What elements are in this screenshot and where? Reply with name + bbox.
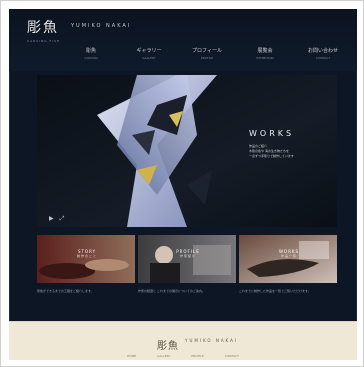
nav-item-exhibition[interactable]: 展覧会 EXHIBITION [239,47,291,65]
site-footer: 彫魚 YUMIKO NAKAI HOME GALLERY PROFILE CON… [9,321,357,360]
footer-links: HOME GALLERY PROFILE CONTACT [127,354,239,358]
nav-sublabel: EXHIBITION [256,56,274,60]
nav-label: お問い合わせ [307,48,338,54]
card-subtitle: 制作のこと [76,254,97,258]
hero-line: 一点ずつ手彫りで制作しています [249,154,294,158]
card-image: PROFILE 作家紹介 [138,235,236,283]
feature-cards: STORY 制作のこと 彫魚ができるまでの工程をご紹介します。 PROFILE … [37,235,337,317]
hero-description: 作品のご紹介 木彫の魚や 海の生き物たちを 一点ずつ手彫りで制作しています [249,144,329,159]
logo-kanji: 彫魚 [27,20,59,36]
nav-sublabel: CONTACT [315,56,331,60]
nav-label: ギャラリー [136,48,162,54]
card-profile[interactable]: PROFILE 作家紹介 作家の経歴と これまでの展示についてのご案内。 [138,235,236,317]
footer-logo-roman: YUMIKO NAKAI [185,338,239,343]
card-subtitle: 作品一覧 [280,254,297,258]
card-subtitle: 作家紹介 [179,254,196,258]
nav-item-carving[interactable]: 彫魚 CARVING [65,47,117,65]
logo-subtitle: CARVING FISH [27,39,61,43]
play-icon[interactable]: ▶ [49,215,54,223]
footer-link-home[interactable]: HOME [127,354,136,358]
nav-item-gallery[interactable]: ギャラリー GALLERY [123,47,175,65]
nav-label: 展覧会 [257,48,273,54]
hero-title: WORKS [249,129,295,138]
card-image: STORY 制作のこと [37,235,135,283]
website: 彫魚 YUMIKO NAKAI CARVING FISH 彫魚 CARVING … [9,9,357,360]
card-caption: 作家の経歴と これまでの展示についてのご案内。 [138,289,205,293]
fullscreen-icon[interactable]: ⤢ [60,215,65,223]
card-works[interactable]: WORKS 作品一覧 これまでに制作した作品を一覧でご覧いただけます。 [239,235,337,317]
card-photo [138,235,236,283]
card-photo [239,235,337,283]
nav-label: 彫魚 [85,48,96,54]
nav-item-contact[interactable]: お問い合わせ CONTACT [297,47,349,65]
card-label: PROFILE 作家紹介 [170,249,206,259]
nav-label: プロフィール [192,48,222,54]
footer-link-profile[interactable]: PROFILE [191,354,203,358]
card-label: STORY 制作のこと [69,249,105,259]
card-caption: これまでに制作した作品を一覧でご覧いただけます。 [239,289,311,293]
footer-link-gallery[interactable]: GALLERY [157,354,170,358]
footer-link-contact[interactable]: CONTACT [225,354,239,358]
screenshot-frame: 彫魚 YUMIKO NAKAI CARVING FISH 彫魚 CARVING … [0,0,364,367]
hero-text: WORKS 作品のご紹介 木彫の魚や 海の生き物たちを 一点ずつ手彫りで制作して… [249,129,329,159]
main-nav: 彫魚 CARVING ギャラリー GALLERY プロフィール PROFILE … [65,47,357,65]
logo-roman: YUMIKO NAKAI [71,23,132,29]
card-story[interactable]: STORY 制作のこと 彫魚ができるまでの工程をご紹介します。 [37,235,135,317]
card-image: WORKS 作品一覧 [239,235,337,283]
nav-sublabel: GALLERY [142,56,156,60]
nav-sublabel: PROFILE [200,56,214,60]
footer-logo-kanji: 彫魚 [157,341,179,352]
card-photo [37,235,135,283]
slideshow-controls: ▶ ⤢ [49,215,64,223]
card-caption: 彫魚ができるまでの工程をご紹介します。 [37,289,94,293]
footer-logo[interactable]: 彫魚 YUMIKO NAKAI [157,334,236,353]
site-logo[interactable]: 彫魚 YUMIKO NAKAI CARVING FISH [27,17,129,43]
nav-sublabel: CARVING [84,56,98,60]
hero-slideshow[interactable]: WORKS 作品のご紹介 木彫の魚や 海の生き物たちを 一点ずつ手彫りで制作して… [37,75,337,227]
site-header: 彫魚 YUMIKO NAKAI CARVING FISH 彫魚 CARVING … [9,9,357,71]
nav-item-profile[interactable]: プロフィール PROFILE [181,47,233,65]
card-label: WORKS 作品一覧 [271,249,307,259]
